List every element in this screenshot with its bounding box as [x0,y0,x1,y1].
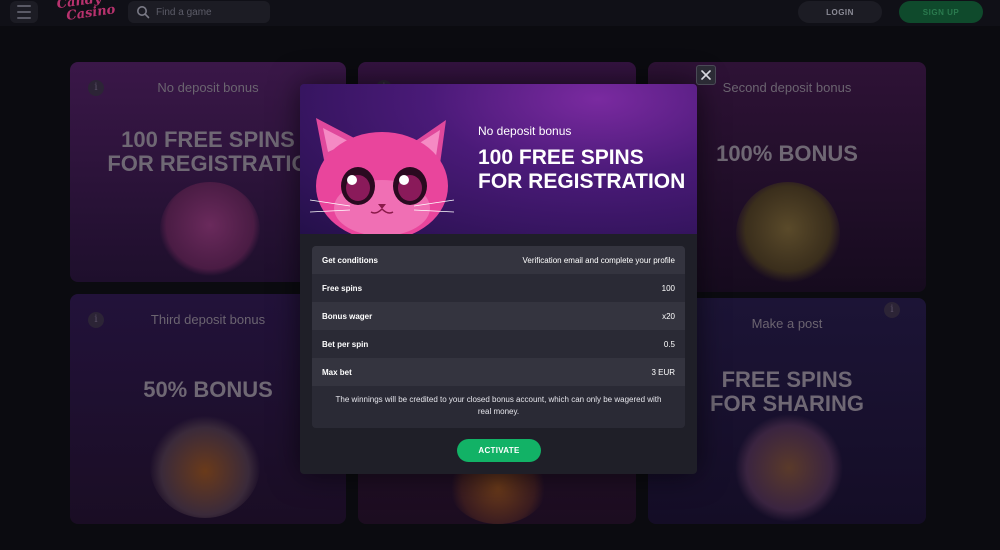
table-row-bonus-wager: Bonus wager x20 [312,302,685,330]
row-value: Verification email and complete your pro… [522,255,675,265]
row-label: Max bet [322,367,352,377]
hamburger-icon [17,5,31,7]
row-label: Free spins [322,283,363,293]
table-row-get-conditions: Get conditions Verification email and co… [312,246,685,274]
bonus-details-modal: No deposit bonus 100 FREE SPINS FOR REGI… [300,84,697,474]
winnings-note-line1: The winnings will be credited to your cl… [335,395,662,404]
row-value: x20 [662,311,675,321]
close-icon [701,70,711,80]
owl-mascot-image [734,414,844,522]
table-row-free-spins: Free spins 100 [312,274,685,302]
search-icon [137,6,150,19]
row-value: 0.5 [663,339,675,349]
login-button[interactable]: LOGIN [798,1,882,23]
modal-banner: No deposit bonus 100 FREE SPINS FOR REGI… [300,84,697,234]
bonus-conditions-table: Get conditions Verification email and co… [312,246,685,428]
site-logo[interactable]: Candy Casino [56,0,120,32]
row-label: Get conditions [322,255,378,265]
row-label: Bonus wager [322,311,373,321]
activate-button[interactable]: ACTIVATE [457,439,541,462]
search-input[interactable] [156,6,256,18]
modal-subtitle: No deposit bonus [478,124,572,138]
row-value: 100 [661,283,675,293]
winnings-note-line2: real money. [477,407,520,416]
hamburger-menu-button[interactable] [10,1,38,23]
winnings-note: The winnings will be credited to your cl… [312,386,685,428]
cat-mascot-image [160,182,260,278]
row-label: Bet per spin [322,339,369,349]
search-box[interactable] [128,1,270,23]
modal-title-line2: FOR REGISTRATION [478,170,686,193]
top-bar: Candy Casino LOGIN SIGN UP [0,0,1000,26]
modal-close-button[interactable] [696,65,716,85]
pumpkin-witch-image [150,414,260,518]
row-value: 3 EUR [651,367,675,377]
pink-cat-mascot-image [309,118,455,234]
table-row-max-bet: Max bet 3 EUR [312,358,685,386]
modal-title-line1: 100 FREE SPINS [478,146,644,169]
table-row-bet-per-spin: Bet per spin 0.5 [312,330,685,358]
signup-button[interactable]: SIGN UP [899,1,983,23]
modal-title: 100 FREE SPINS FOR REGISTRATION [478,146,697,194]
character-image [736,182,840,286]
